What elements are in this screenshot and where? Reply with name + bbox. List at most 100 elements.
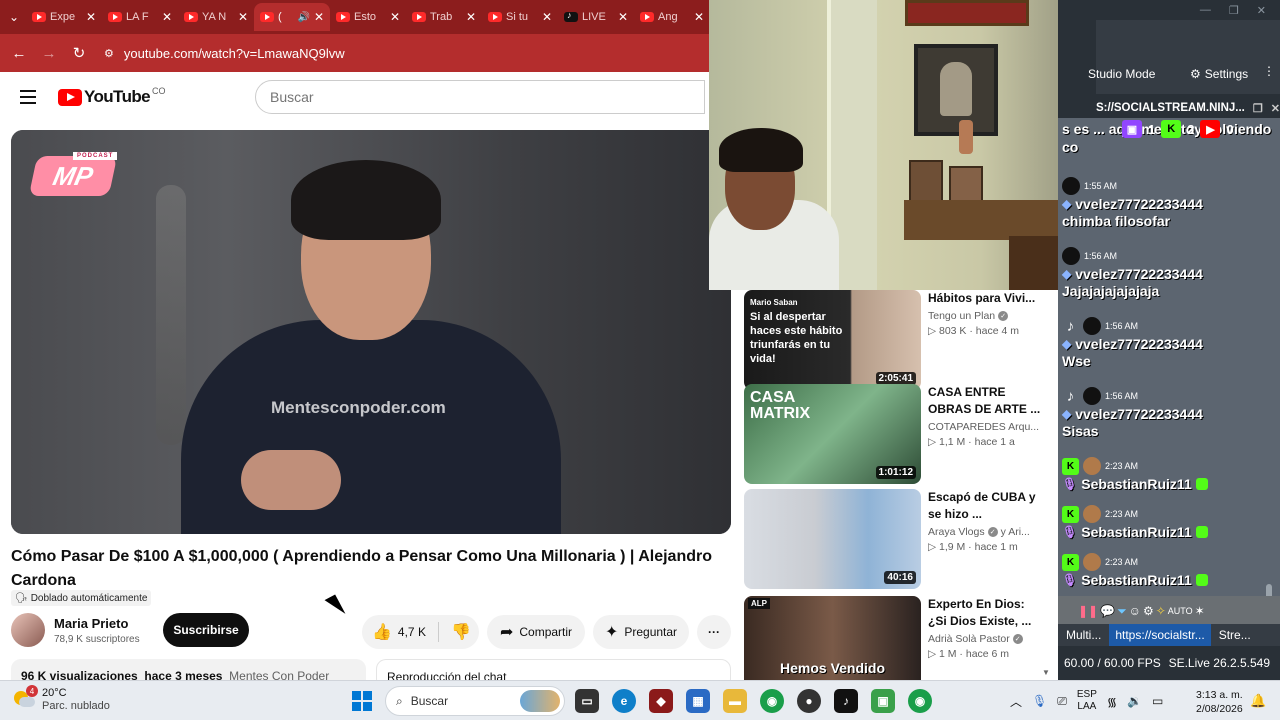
ask-button[interactable]: ✦ Preguntar: [593, 615, 689, 649]
battery-icon[interactable]: ▭: [1152, 694, 1163, 708]
app-shield-icon[interactable]: ◆: [649, 689, 673, 713]
related-title[interactable]: Hábitos para Vivi...: [928, 290, 1044, 307]
bluetooth-tray-icon[interactable]: ⎚: [1057, 694, 1067, 709]
wand-icon[interactable]: ✧: [1156, 604, 1166, 618]
settings-small-icon[interactable]: ⚙: [1143, 604, 1154, 618]
like-button[interactable]: 👍 4,7 K: [362, 622, 439, 642]
popout-icon[interactable]: ❐: [1253, 102, 1263, 115]
close-tab-icon[interactable]: ✕: [86, 10, 96, 24]
volume-icon[interactable]: 🔉: [1127, 694, 1142, 708]
browser-tab[interactable]: LIVE✕: [558, 3, 634, 31]
related-title[interactable]: Experto En Dios: ¿Si Dios Existe, ...: [928, 596, 1044, 630]
chat-app-icon[interactable]: ▣: [871, 689, 895, 713]
taskbar-search[interactable]: ⌕ Buscar: [385, 686, 565, 716]
browser-tab[interactable]: LA F ✕: [102, 3, 178, 31]
reload-icon[interactable]: ↻: [66, 40, 92, 66]
settings-button[interactable]: ⚙ Settings: [1190, 64, 1248, 84]
share-button[interactable]: ➦ Compartir: [487, 615, 585, 649]
emoji-icon[interactable]: ☺: [1129, 604, 1141, 618]
maximize-icon[interactable]: ❐: [1229, 4, 1239, 17]
clock[interactable]: 3:13 a. m. 2/08/2026: [1196, 688, 1243, 716]
close-tab-icon[interactable]: ✕: [162, 10, 172, 24]
youtube-icon: [488, 12, 502, 22]
forward-arrow-icon[interactable]: →: [36, 40, 62, 66]
browser-tab[interactable]: Esto ✕: [330, 3, 406, 31]
close-tab-icon[interactable]: ✕: [390, 10, 400, 24]
browser-tab[interactable]: Si tu ✕: [482, 3, 558, 31]
related-channel: Tengo un Plan ✓: [928, 310, 1044, 322]
tab-socialstream[interactable]: https://socialstr...: [1109, 624, 1211, 646]
speaker-icon[interactable]: 🔊: [297, 12, 309, 23]
close-tab-icon[interactable]: ✕: [694, 10, 704, 24]
back-arrow-icon[interactable]: ←: [6, 40, 32, 66]
chrome-profile-icon[interactable]: ◉: [908, 689, 932, 713]
more-menu-icon[interactable]: ⋮: [1263, 64, 1275, 78]
menu-icon[interactable]: [8, 77, 48, 117]
video-thumbnail[interactable]: ALP Hemos Vendido: [744, 596, 921, 680]
tiktok-icon: ♪: [1066, 387, 1075, 405]
browser-tab[interactable]: Trab ✕: [406, 3, 482, 31]
channel-name[interactable]: Maria Prieto: [54, 616, 140, 631]
video-thumbnail[interactable]: CASA MATRIX 1:01:12: [744, 384, 921, 484]
chat-feed: s es ... aqui me estoy volviendo co 1:55…: [1058, 118, 1280, 596]
related-channel: Adrià Solà Pastor ✓: [928, 633, 1044, 645]
notification-bell-icon[interactable]: 🔔: [1250, 693, 1266, 709]
dislike-button[interactable]: 👎: [439, 622, 471, 642]
subscribe-button[interactable]: Suscribirse: [163, 613, 249, 647]
related-title[interactable]: Escapó de CUBA y se hizo ...: [928, 489, 1044, 523]
close-tab-icon[interactable]: ✕: [314, 10, 324, 24]
tab-search-chevron-icon[interactable]: ⌄: [4, 5, 24, 29]
minimize-icon[interactable]: —: [1200, 4, 1211, 16]
site-info-icon[interactable]: ⚙: [104, 47, 114, 60]
speaker-hair: [291, 160, 441, 240]
pause-icon[interactable]: ❚❚: [1078, 604, 1098, 618]
close-tab-icon[interactable]: ✕: [238, 10, 248, 24]
subscriber-count: 78,9 K suscriptores: [54, 633, 140, 645]
video-thumbnail[interactable]: 40:16: [744, 489, 921, 589]
youtube-logo[interactable]: YouTube CO: [58, 86, 166, 107]
wifi-icon[interactable]: ᯾: [1107, 693, 1117, 710]
studio-mode-button[interactable]: Studio Mode: [1088, 64, 1155, 84]
browser-tab-active[interactable]: (🔊 ✕: [254, 3, 330, 31]
more-dots-icon: ···: [708, 625, 720, 639]
microphone-icon[interactable]: 🎙: [1032, 694, 1047, 708]
avatar: [1083, 553, 1101, 571]
weather-widget[interactable]: 4 20°C Parc. nublado: [14, 685, 110, 713]
browser-tab[interactable]: YA N ✕: [178, 3, 254, 31]
related-video[interactable]: 40:16 Escapó de CUBA y se hizo ... Araya…: [744, 489, 1054, 589]
related-video[interactable]: Mario Saban Si al despertar haces este h…: [744, 290, 1054, 390]
windows-start-icon[interactable]: [352, 691, 372, 711]
tiktok-icon[interactable]: ♪: [834, 689, 858, 713]
browser-tab[interactable]: Expe ✕: [26, 3, 102, 31]
close-tab-icon[interactable]: ✕: [542, 10, 552, 24]
url-field[interactable]: ⚙ youtube.com/watch?v=LmawaNQ9lvw: [104, 46, 345, 61]
video-player[interactable]: MP PODCAST Mentesconpoder.com: [11, 130, 731, 534]
video-thumbnail[interactable]: Mario Saban Si al despertar haces este h…: [744, 290, 921, 390]
more-actions-button[interactable]: ···: [697, 615, 731, 649]
edge-icon[interactable]: e: [612, 689, 636, 713]
browser-tab[interactable]: Ang ✕: [634, 3, 710, 31]
chevron-up-icon[interactable]: ︿: [1010, 693, 1022, 710]
sparkle-icon[interactable]: ✶: [1195, 604, 1205, 618]
file-explorer-icon[interactable]: ▬: [723, 689, 747, 713]
language-indicator[interactable]: ESP LAA: [1077, 689, 1097, 713]
close-tab-icon[interactable]: ✕: [466, 10, 476, 24]
close-tab-icon[interactable]: ✕: [618, 10, 628, 24]
related-video[interactable]: ALP Hemos Vendido Experto En Dios: ¿Si D…: [744, 596, 1054, 680]
close-dock-icon[interactable]: ✕: [1271, 102, 1280, 115]
close-window-icon[interactable]: ✕: [1257, 4, 1266, 17]
chrome-icon[interactable]: ◉: [760, 689, 784, 713]
related-video[interactable]: CASA MATRIX 1:01:12 CASA ENTRE OBRAS DE …: [744, 384, 1054, 484]
scroll-down-arrow-icon[interactable]: ▼: [1042, 668, 1052, 680]
filter-icon[interactable]: ⏷: [1117, 604, 1127, 619]
store-icon[interactable]: ▦: [686, 689, 710, 713]
tab-multi[interactable]: Multi...: [1058, 628, 1109, 642]
obs-icon[interactable]: ●: [797, 689, 821, 713]
related-title[interactable]: CASA ENTRE OBRAS DE ARTE ...: [928, 384, 1044, 418]
auto-icon[interactable]: AUTO: [1168, 606, 1193, 616]
search-input[interactable]: Buscar: [255, 80, 705, 114]
task-view-icon[interactable]: ▭: [575, 689, 599, 713]
avatar[interactable]: [11, 613, 45, 647]
chat-bubble-icon[interactable]: 💬: [1100, 604, 1115, 618]
tab-stream[interactable]: Stre...: [1211, 628, 1259, 642]
